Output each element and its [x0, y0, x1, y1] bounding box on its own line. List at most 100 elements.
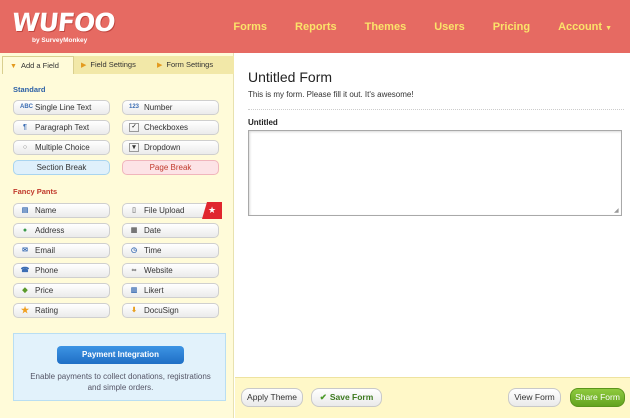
tab-label: Form Settings [166, 60, 214, 69]
clock-icon: ◷ [130, 247, 138, 254]
payment-description: Enable payments to collect donations, re… [30, 372, 211, 392]
number-icon: 123 [129, 104, 140, 110]
nav-users[interactable]: Users [434, 21, 465, 33]
field-address-button[interactable]: ● Address [13, 223, 110, 238]
app-header: WUFOO by SurveyMonkey Forms Reports Them… [0, 0, 630, 53]
field-label: Likert [144, 286, 164, 295]
tab-form-settings[interactable]: ▶ Form Settings [150, 56, 234, 74]
field-label: Checkboxes [144, 123, 189, 132]
wufoo-logo[interactable]: WUFOO by SurveyMonkey [11, 8, 117, 47]
field-website-button[interactable]: ∞ Website [122, 263, 219, 278]
field-likert-button[interactable]: ▥ Likert [122, 283, 219, 298]
field-section-break-button[interactable]: Section Break [13, 160, 110, 175]
field-label: Date [144, 226, 161, 235]
field-palette: ▼ Add a Field ▶ Field Settings ▶ Form Setti… [0, 53, 234, 418]
tab-label: Field Settings [90, 60, 136, 69]
form-builder-footer: Apply Theme ✔ Save Form View Form Share F… [235, 377, 630, 418]
calendar-icon: ▦ [130, 227, 138, 234]
field-email-button[interactable]: ✉ Email [13, 243, 110, 258]
triangle-down-icon: ▼ [10, 63, 17, 70]
field-label: Rating [35, 306, 59, 315]
docusign-icon: ⬇ [131, 307, 137, 314]
field-label: File Upload [144, 206, 185, 215]
triangle-right-icon: ▶ [157, 62, 163, 69]
nav-themes[interactable]: Themes [365, 21, 407, 33]
field-single-line-text-button[interactable]: ABC Single Line Text [13, 100, 110, 115]
star-icon: ★ [20, 305, 30, 315]
paragraph-icon: ¶ [23, 124, 27, 131]
tab-field-settings[interactable]: ▶ Field Settings [74, 56, 150, 74]
nav-reports[interactable]: Reports [295, 21, 337, 33]
resize-grip-icon[interactable]: ◢ [614, 208, 620, 214]
field-label: DocuSign [144, 306, 179, 315]
palette-tabs: ▼ Add a Field ▶ Field Settings ▶ Form Setti… [2, 56, 234, 74]
nav-pricing[interactable]: Pricing [493, 21, 530, 33]
abc-text-icon: ABC [20, 104, 33, 110]
tab-add-a-field[interactable]: ▼ Add a Field [2, 56, 74, 74]
field-name-button[interactable]: ▤ Name [13, 203, 110, 218]
premium-star-icon: ★ [202, 202, 222, 219]
checkmark-icon: ✔ [319, 392, 327, 402]
likert-icon: ▥ [130, 287, 138, 294]
field-time-button[interactable]: ◷ Time [122, 243, 219, 258]
untitled-field-label[interactable]: Untitled [248, 118, 278, 127]
field-number-button[interactable]: 123 Number [122, 100, 219, 115]
field-price-button[interactable]: ◆ Price [13, 283, 110, 298]
field-docusign-button[interactable]: ⬇ DocuSign [122, 303, 219, 318]
file-icon: ▯ [132, 207, 136, 214]
dropdown-icon: ▾ [129, 143, 139, 152]
caret-down-icon: ▼ [605, 24, 612, 32]
radio-icon: ○ [22, 144, 28, 151]
field-label: Website [144, 266, 173, 275]
tab-label: Add a Field [20, 61, 59, 70]
field-label: Dropdown [144, 143, 181, 152]
save-form-button[interactable]: ✔ Save Form [311, 388, 382, 407]
standard-section-title: Standard [13, 85, 46, 94]
save-form-label: Save Form [329, 392, 374, 402]
name-card-icon: ▤ [21, 207, 29, 214]
price-tag-icon: ◆ [22, 287, 28, 294]
field-label: Page Break [149, 163, 192, 172]
form-description[interactable]: This is my form. Please fill it out. It'… [248, 90, 414, 99]
nav-account-label: Account [558, 20, 603, 33]
field-label: Paragraph Text [35, 123, 90, 132]
view-form-button[interactable]: View Form [508, 388, 561, 407]
form-header-divider [248, 109, 624, 110]
triangle-right-icon: ▶ [81, 62, 87, 69]
field-dropdown-button[interactable]: ▾ Dropdown [122, 140, 219, 155]
logo-wordmark: WUFOO [10, 8, 117, 37]
field-date-button[interactable]: ▦ Date [122, 223, 219, 238]
field-page-break-button[interactable]: Page Break [122, 160, 219, 175]
link-icon: ∞ [131, 267, 137, 274]
share-form-button[interactable]: Share Form [570, 388, 625, 407]
field-label: Phone [35, 266, 59, 275]
untitled-field-textarea[interactable]: ◢ [248, 130, 622, 216]
field-label: Name [35, 206, 57, 215]
field-label: Number [144, 103, 173, 112]
field-label: Email [35, 246, 56, 255]
field-rating-button[interactable]: ★ Rating [13, 303, 110, 318]
field-file-upload-button[interactable]: ▯ File Upload ★ [122, 202, 222, 219]
field-label: Single Line Text [35, 103, 92, 112]
fancy-pants-section-title: Fancy Pants [13, 187, 58, 196]
field-paragraph-text-button[interactable]: ¶ Paragraph Text [13, 120, 110, 135]
form-preview: Untitled Form This is my form. Please fi… [235, 53, 630, 418]
main-nav: Forms Reports Themes Users Pricing Accou… [233, 0, 630, 53]
form-title[interactable]: Untitled Form [248, 69, 332, 85]
field-label: Section Break [36, 163, 87, 172]
nav-account[interactable]: Account ▼ [558, 21, 612, 33]
phone-icon: ☎ [20, 267, 30, 274]
apply-theme-button[interactable]: Apply Theme [241, 388, 303, 407]
nav-forms[interactable]: Forms [233, 21, 267, 33]
field-label: Price [35, 286, 54, 295]
field-checkboxes-button[interactable]: ✓ Checkboxes [122, 120, 219, 135]
envelope-icon: ✉ [22, 247, 28, 254]
field-label: Time [144, 246, 162, 255]
field-phone-button[interactable]: ☎ Phone [13, 263, 110, 278]
checkbox-icon: ✓ [129, 123, 139, 132]
payment-integration-button[interactable]: Payment Integration [57, 346, 184, 364]
field-label: Multiple Choice [35, 143, 90, 152]
globe-icon: ● [22, 227, 28, 234]
payment-integration-panel: Payment Integration Enable payments to c… [13, 333, 226, 401]
field-multiple-choice-button[interactable]: ○ Multiple Choice [13, 140, 110, 155]
